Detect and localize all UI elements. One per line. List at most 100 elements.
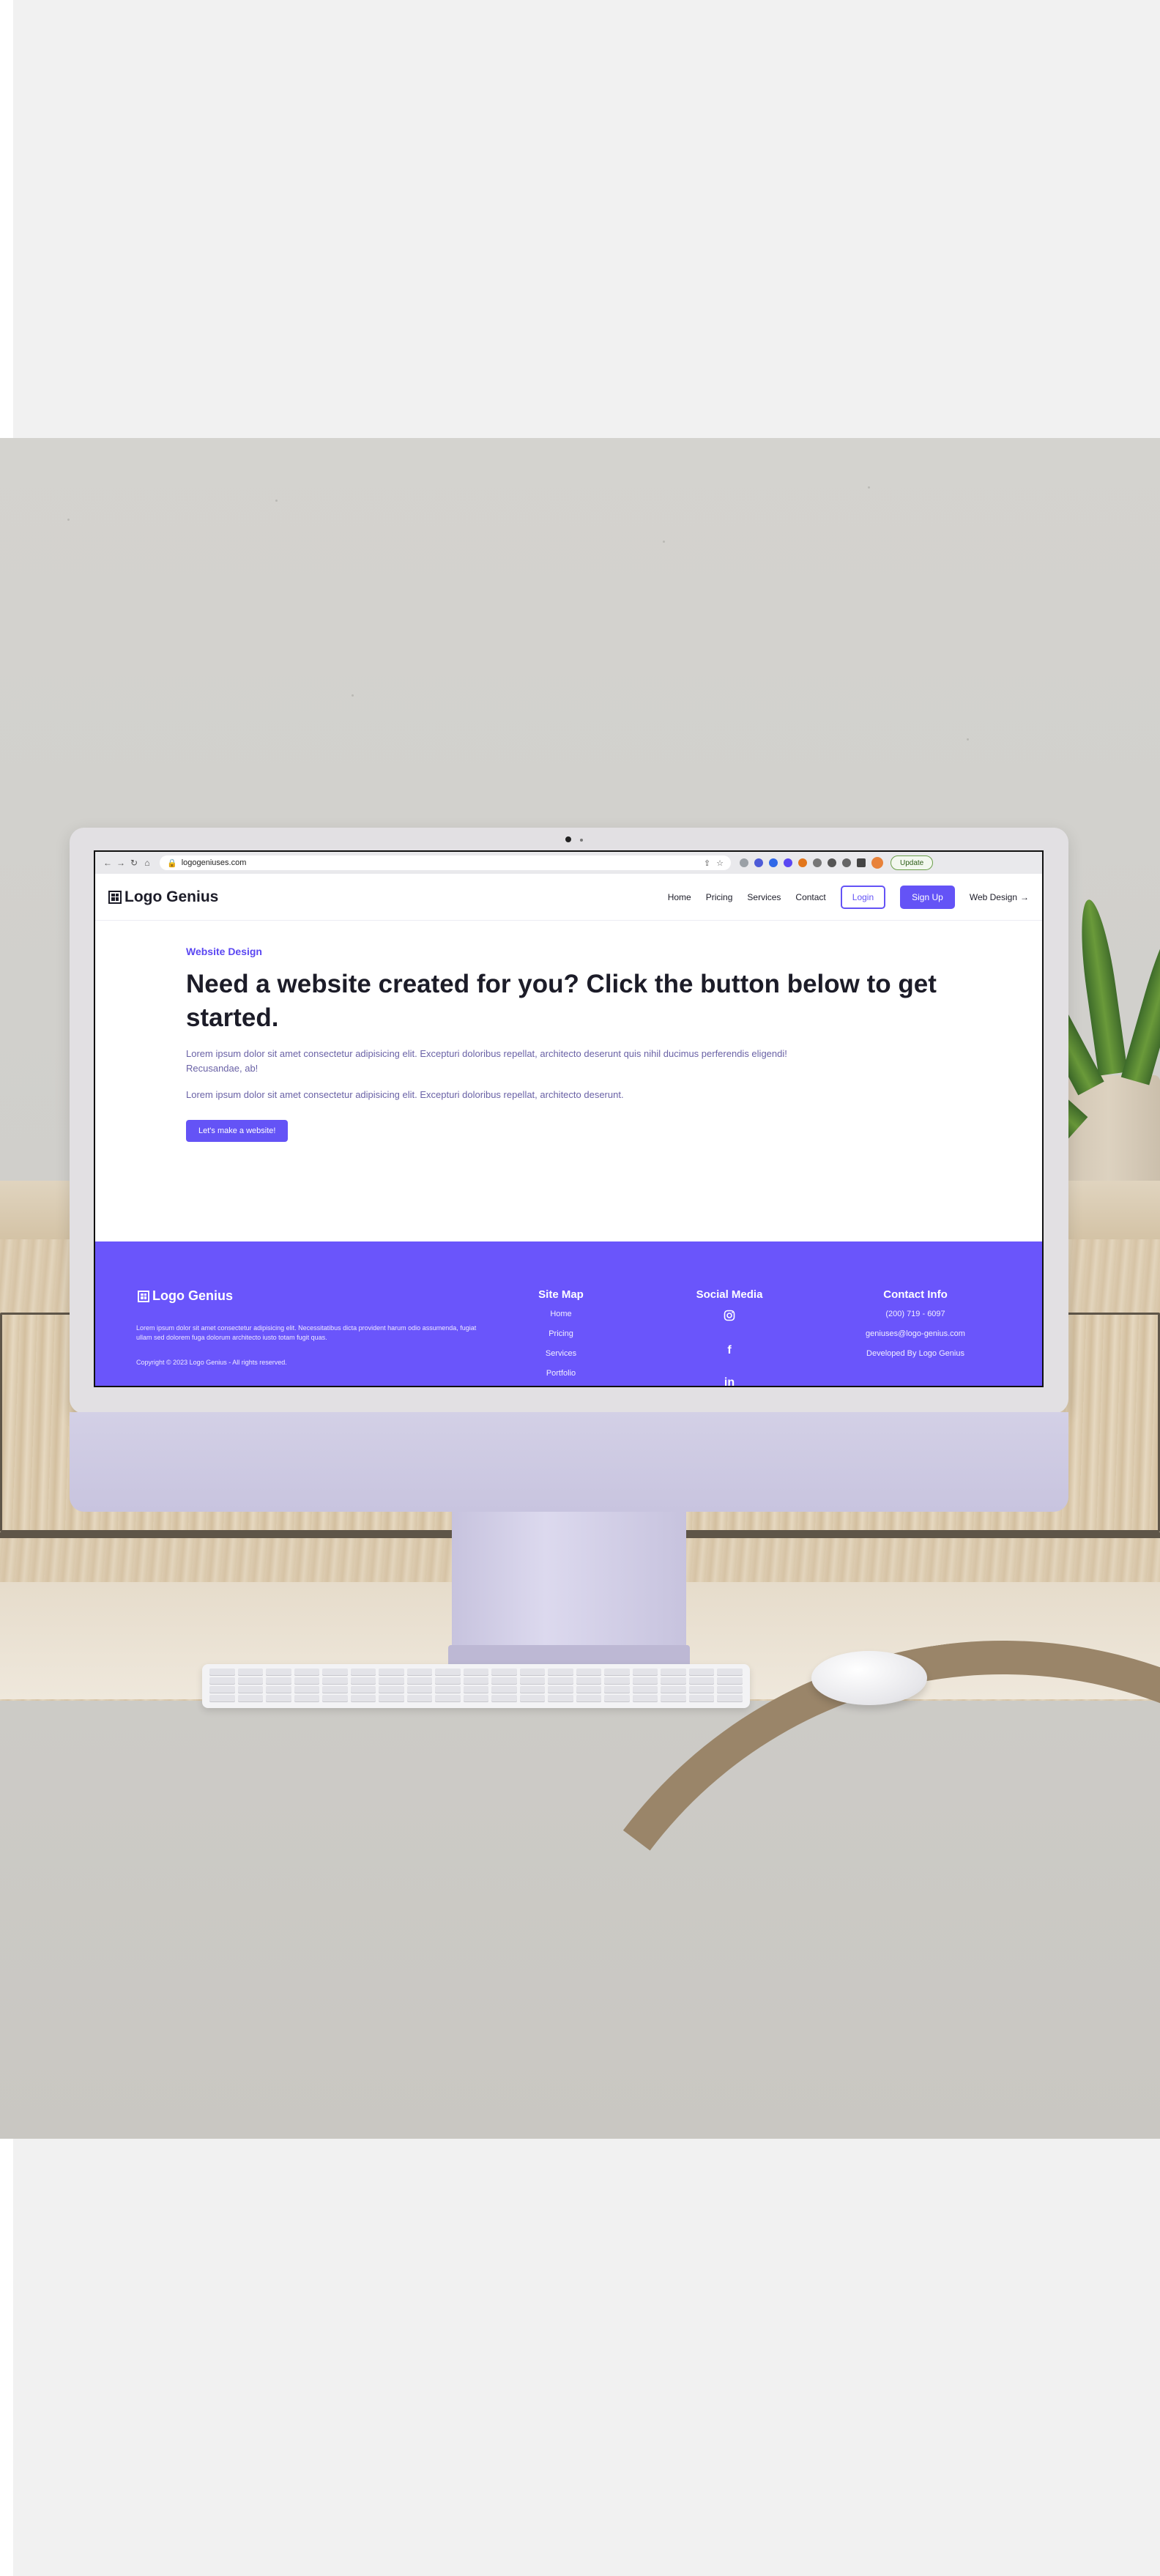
extension-icon[interactable] bbox=[842, 858, 851, 867]
home-icon[interactable]: ⌂ bbox=[141, 856, 154, 869]
logo-mark-icon bbox=[138, 1290, 149, 1302]
keyboard-key bbox=[604, 1686, 630, 1693]
site-logo[interactable]: Logo Genius bbox=[108, 888, 218, 906]
nav-services[interactable]: Services bbox=[747, 892, 781, 902]
keyboard-key bbox=[604, 1669, 630, 1675]
puzzle-icon[interactable] bbox=[828, 858, 836, 867]
hero-section: Website Design Need a website created fo… bbox=[186, 946, 948, 1142]
back-icon[interactable]: ← bbox=[101, 856, 114, 869]
keyboard-key bbox=[209, 1686, 235, 1693]
contact-email[interactable]: geniuses@logo-genius.com bbox=[835, 1329, 996, 1338]
hero-paragraph: Lorem ipsum dolor sit amet consectetur a… bbox=[186, 1048, 787, 1074]
web-design-dropdown[interactable]: Web Design → bbox=[970, 892, 1029, 902]
keyboard bbox=[202, 1664, 750, 1708]
keyboard-key bbox=[688, 1677, 715, 1684]
keyboard-key bbox=[491, 1677, 517, 1684]
footer-logo[interactable]: Logo Genius bbox=[138, 1288, 233, 1304]
developer-credit: Developed By Logo Genius bbox=[866, 1349, 964, 1358]
linkedin-icon[interactable]: in bbox=[678, 1376, 781, 1386]
keyboard-key bbox=[322, 1677, 348, 1684]
site-footer: Logo Genius Lorem ipsum dolor sit amet c… bbox=[95, 1241, 1042, 1386]
hero-paragraph: Lorem ipsum dolor sit amet consectetur a… bbox=[186, 1089, 624, 1100]
keyboard-key bbox=[632, 1686, 658, 1693]
make-website-button[interactable]: Let's make a website! bbox=[186, 1120, 289, 1142]
keyboard-key bbox=[548, 1695, 573, 1701]
keyboard-key bbox=[266, 1669, 291, 1675]
keyboard-key bbox=[435, 1695, 461, 1701]
section-kicker: Website Design bbox=[186, 946, 262, 957]
sitemap-link-portfolio[interactable]: Portfolio bbox=[517, 1369, 605, 1378]
microphone-icon[interactable] bbox=[813, 858, 822, 867]
keyboard-key bbox=[294, 1669, 320, 1675]
imac-chin bbox=[70, 1412, 1068, 1512]
social-title: Social Media bbox=[696, 1288, 763, 1301]
keyboard-key bbox=[209, 1695, 235, 1701]
keyboard-key bbox=[548, 1677, 573, 1684]
camera-sensor-icon bbox=[580, 839, 583, 842]
footer-about-text: Lorem ipsum dolor sit amet consectetur a… bbox=[136, 1324, 477, 1341]
share-icon[interactable]: ⇪ bbox=[704, 858, 710, 868]
keyboard-key bbox=[322, 1669, 348, 1675]
sitemap-link-pricing[interactable]: Pricing bbox=[517, 1329, 605, 1338]
signup-button[interactable]: Sign Up bbox=[900, 885, 955, 909]
keyboard-key bbox=[491, 1686, 517, 1693]
keyboard-key bbox=[237, 1669, 264, 1675]
forward-icon[interactable]: → bbox=[114, 856, 127, 869]
login-button[interactable]: Login bbox=[840, 885, 886, 909]
bookmark-star-icon[interactable]: ☆ bbox=[716, 858, 724, 868]
keyboard-key bbox=[463, 1669, 489, 1675]
nav-pricing[interactable]: Pricing bbox=[706, 892, 733, 902]
browser-toolbar: ← → ↻ ⌂ 🔒 logogeniuses.com ⇪ ☆ Update bbox=[95, 852, 1042, 874]
keyboard-key bbox=[294, 1695, 320, 1701]
web-design-label: Web Design bbox=[969, 891, 1017, 902]
keyboard-key bbox=[717, 1695, 743, 1701]
footer-social: Social Media f in bbox=[678, 1288, 781, 1386]
keyboard-key bbox=[209, 1677, 235, 1684]
nav-home[interactable]: Home bbox=[668, 892, 691, 902]
address-bar[interactable]: 🔒 logogeniuses.com ⇪ ☆ bbox=[160, 855, 731, 870]
keyboard-key bbox=[661, 1677, 686, 1684]
lock-icon: 🔒 bbox=[167, 858, 177, 868]
keyboard-key bbox=[661, 1686, 686, 1693]
keyboard-key bbox=[294, 1686, 320, 1693]
footer-sitemap: Site Map Home Pricing Services Portfolio bbox=[517, 1288, 605, 1386]
camera-icon bbox=[565, 836, 571, 842]
keyboard-key bbox=[548, 1686, 573, 1693]
profile-avatar-icon[interactable] bbox=[871, 857, 883, 869]
imac-screen: ← → ↻ ⌂ 🔒 logogeniuses.com ⇪ ☆ Update Lo… bbox=[94, 850, 1044, 1387]
extensions-bar bbox=[740, 857, 883, 869]
metamask-icon[interactable] bbox=[798, 858, 807, 867]
keyboard-key bbox=[379, 1669, 404, 1675]
extension-icon[interactable] bbox=[740, 858, 748, 867]
reload-icon[interactable]: ↻ bbox=[127, 856, 141, 869]
extension-icon[interactable] bbox=[754, 858, 763, 867]
url-text: logogeniuses.com bbox=[181, 858, 247, 867]
keyboard-key bbox=[463, 1686, 489, 1693]
facebook-icon[interactable]: f bbox=[678, 1344, 781, 1357]
keyboard-key bbox=[632, 1677, 658, 1684]
hero-headline: Need a website created for you? Click th… bbox=[186, 970, 937, 1032]
primary-nav: Home Pricing Services Contact Login Sign… bbox=[668, 885, 1029, 909]
browser-update-button[interactable]: Update bbox=[891, 855, 934, 870]
keyboard-key bbox=[322, 1695, 348, 1701]
sitemap-link-home[interactable]: Home bbox=[517, 1310, 605, 1318]
keyboard-key bbox=[435, 1669, 461, 1675]
extension-icon[interactable] bbox=[784, 858, 792, 867]
keyboard-key bbox=[576, 1669, 602, 1675]
keyboard-key bbox=[576, 1695, 602, 1701]
nav-contact[interactable]: Contact bbox=[795, 892, 825, 902]
instagram-icon[interactable] bbox=[678, 1310, 781, 1325]
keyboard-key bbox=[266, 1695, 291, 1701]
keyboard-key bbox=[266, 1677, 291, 1684]
keyboard-key bbox=[237, 1677, 264, 1684]
extension-icon[interactable] bbox=[769, 858, 778, 867]
keyboard-key bbox=[688, 1695, 715, 1701]
keyboard-key bbox=[379, 1686, 404, 1693]
keyboard-key bbox=[688, 1669, 715, 1675]
contact-phone[interactable]: (200) 719 - 6097 bbox=[835, 1310, 996, 1318]
sidebar-icon[interactable] bbox=[857, 858, 866, 867]
keyboard-key bbox=[406, 1669, 433, 1675]
keyboard-key bbox=[717, 1686, 743, 1693]
sitemap-link-services[interactable]: Services bbox=[517, 1349, 605, 1358]
footer-brand-name: Logo Genius bbox=[152, 1288, 233, 1303]
